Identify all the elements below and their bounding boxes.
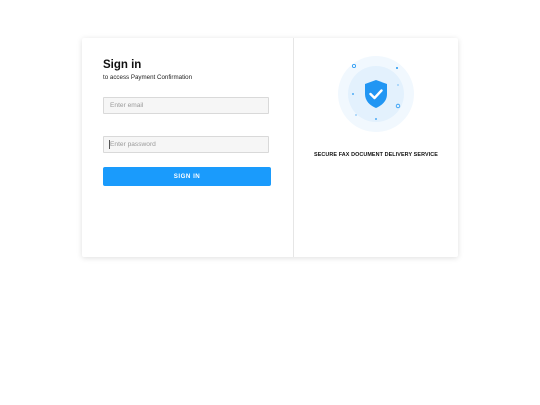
email-field[interactable] (103, 97, 269, 114)
promo-panel: SECURE FAX DOCUMENT DELIVERY SERVICE (294, 38, 458, 257)
text-caret (109, 140, 110, 149)
service-tagline: SECURE FAX DOCUMENT DELIVERY SERVICE (314, 152, 438, 158)
shield-check-icon (335, 53, 417, 135)
signin-panel: Sign in to access Payment Confirmation S… (82, 38, 294, 257)
page-subtitle: to access Payment Confirmation (103, 74, 193, 81)
page-title: Sign in (103, 59, 142, 71)
signin-card: Sign in to access Payment Confirmation S… (82, 38, 458, 257)
password-field[interactable] (103, 136, 269, 153)
sign-in-button[interactable]: SIGN IN (103, 167, 271, 186)
